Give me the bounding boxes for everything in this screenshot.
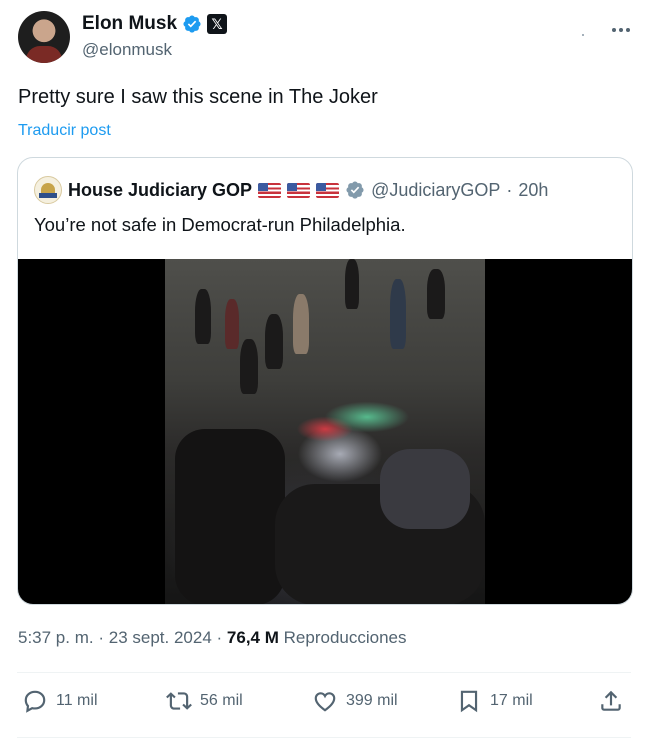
tweet-text: Pretty sure I saw this scene in The Joke… (18, 86, 378, 108)
author-name-row: Elon Musk 𝕏 (82, 13, 228, 35)
quoted-author-avatar[interactable] (34, 176, 62, 204)
like-count: 399 mil (346, 692, 398, 709)
meta-separator-2: · (216, 628, 223, 647)
quoted-tweet-time[interactable]: 20h (518, 180, 548, 201)
quoted-tweet-text: You’re not safe in Democrat-run Philadel… (34, 214, 406, 235)
x-affiliate-badge-icon[interactable]: 𝕏 (207, 14, 228, 34)
quoted-tweet-header: House Judiciary GOP @JudiciaryGOP · 20h (34, 176, 548, 204)
like-button[interactable]: 399 mil (312, 688, 398, 714)
quoted-tweet-video[interactable] (18, 259, 632, 604)
us-flag-icon (258, 182, 282, 198)
repost-count: 56 mil (200, 692, 243, 709)
more-options-icon[interactable] (610, 23, 632, 37)
video-frame (165, 259, 485, 604)
video-figure (195, 289, 211, 344)
divider (17, 672, 631, 673)
video-figure (240, 339, 258, 394)
bookmark-button[interactable]: 17 mil (456, 688, 533, 714)
repost-icon (166, 692, 192, 710)
views-count: 76,4 M (226, 628, 279, 647)
video-figure (293, 294, 309, 354)
author-name[interactable]: Elon Musk (82, 13, 177, 35)
translate-post-link[interactable]: Traducir post (18, 122, 111, 140)
divider (17, 737, 631, 738)
video-figure (265, 314, 283, 369)
video-figure (345, 259, 359, 309)
quoted-tweet-card[interactable]: House Judiciary GOP @JudiciaryGOP · 20h … (17, 157, 633, 605)
reply-count: 11 mil (56, 692, 98, 709)
video-figure (390, 279, 406, 349)
verified-badge-icon[interactable] (182, 14, 202, 34)
author-avatar[interactable] (18, 11, 70, 63)
share-icon (601, 690, 621, 711)
decorative-dot (582, 34, 584, 36)
heart-icon (314, 692, 336, 712)
government-verified-badge-icon[interactable] (345, 180, 365, 200)
views-label: Reproducciones (283, 628, 407, 647)
video-figure (225, 299, 239, 349)
tweet-time[interactable]: 5:37 p. m. (18, 628, 94, 647)
author-handle[interactable]: @elonmusk (82, 40, 172, 60)
meta-separator: · (98, 628, 105, 647)
video-figure (427, 269, 445, 319)
reply-button[interactable]: 11 mil (22, 688, 98, 714)
bookmark-count: 17 mil (490, 692, 533, 709)
video-figure (175, 429, 285, 604)
bookmark-icon (460, 690, 478, 713)
reply-icon (24, 690, 46, 713)
action-bar: 11 mil 56 mil 399 mil 17 mil (18, 688, 632, 722)
tweet-date[interactable]: 23 sept. 2024 (109, 628, 212, 647)
quoted-time-separator: · (506, 179, 513, 200)
quoted-author-handle[interactable]: @JudiciaryGOP (371, 180, 500, 201)
quoted-author-name[interactable]: House Judiciary GOP (68, 180, 252, 201)
us-flag-icon (287, 182, 311, 198)
share-button[interactable] (598, 688, 624, 714)
tweet-header: Elon Musk 𝕏 @elonmusk (18, 11, 634, 65)
video-figure (380, 449, 470, 529)
repost-button[interactable]: 56 mil (166, 688, 243, 714)
tweet-meta: 5:37 p. m. · 23 sept. 2024 · 76,4 M Repr… (18, 628, 407, 648)
us-flag-icon (316, 182, 340, 198)
